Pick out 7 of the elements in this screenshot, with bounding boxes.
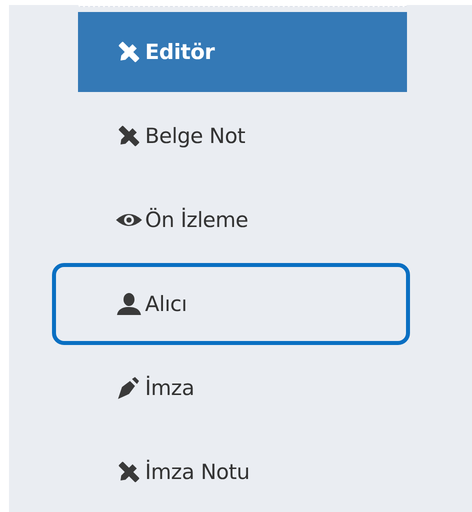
menu-item[interactable]: Ön İzleme (78, 180, 407, 260)
menu-item[interactable]: Alıcı (52, 263, 410, 345)
menu-item[interactable]: Editör (78, 12, 407, 92)
menu-item[interactable]: İmza (78, 348, 407, 428)
user-icon (115, 292, 143, 316)
menu-item[interactable]: Belge Not (78, 96, 407, 176)
menu-item[interactable]: İmza Notu (78, 432, 407, 512)
